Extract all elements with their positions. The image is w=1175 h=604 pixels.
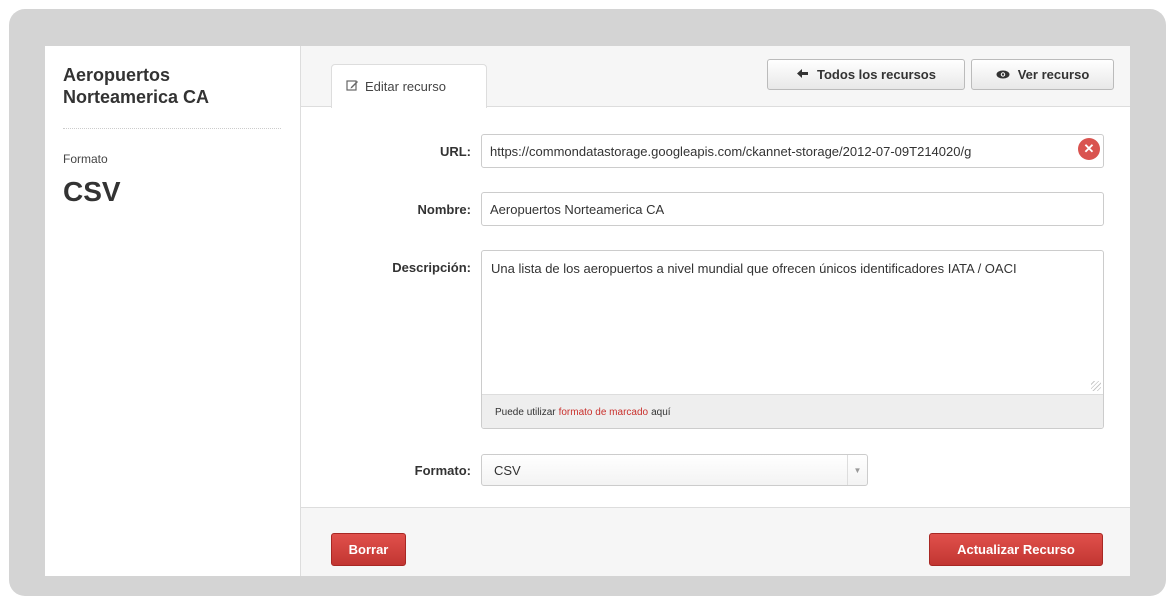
url-input[interactable]: https://commondatastorage.googleapis.com… (481, 134, 1104, 168)
markdown-note: Puede utilizar formato de marcado aquí (482, 394, 1103, 428)
arrow-left-icon (796, 67, 809, 82)
url-label: URL: (439, 144, 471, 159)
description-textarea[interactable]: Una lista de los aeropuertos a nivel mun… (482, 251, 1103, 394)
sidebar: Aeropuertos Norteamerica CA Formato CSV (45, 46, 300, 576)
format-field-label: Formato: (414, 463, 471, 478)
eye-icon (996, 67, 1010, 82)
markdown-note-prefix: Puede utilizar (495, 407, 556, 418)
format-select-value: CSV (494, 462, 521, 478)
all-resources-button[interactable]: Todos los recursos (767, 59, 965, 90)
chevron-down-icon: ▼ (847, 455, 867, 485)
delete-button[interactable]: Borrar (331, 533, 406, 566)
edit-icon (346, 79, 359, 95)
form-actions: Borrar Actualizar Recurso (301, 507, 1130, 576)
format-select[interactable]: CSV ▼ (481, 454, 868, 486)
name-label: Nombre: (417, 202, 471, 217)
view-resource-label: Ver recurso (1017, 67, 1090, 82)
markdown-format-link[interactable]: formato de marcado (559, 407, 649, 418)
markdown-note-suffix: aquí (651, 407, 671, 418)
update-resource-button[interactable]: Actualizar Recurso (929, 533, 1103, 566)
resource-edit-card: Aeropuertos Norteamerica CA Formato CSV … (45, 46, 1130, 576)
view-resource-button[interactable]: Ver recurso (971, 59, 1114, 90)
description-label: Descripción: (392, 260, 471, 275)
main-panel: Editar recurso Todos los recursos Ver re… (300, 46, 1130, 576)
close-icon: ✕ (1083, 141, 1095, 156)
dataset-title: Aeropuertos Norteamerica CA (63, 65, 210, 107)
tab-edit-resource[interactable]: Editar recurso (331, 64, 487, 108)
format-value: CSV (63, 176, 121, 207)
sidebar-divider (63, 128, 281, 129)
format-label: Formato (63, 152, 108, 166)
description-field: Una lista de los aeropuertos a nivel mun… (481, 250, 1104, 429)
form-body: URL: https://commondatastorage.googleapi… (301, 106, 1130, 576)
name-input[interactable]: Aeropuertos Norteamerica CA (481, 192, 1104, 226)
clear-url-button[interactable]: ✕ (1078, 138, 1100, 160)
resize-handle[interactable] (1091, 381, 1101, 391)
tab-edit-resource-label: Editar recurso (365, 79, 446, 94)
all-resources-label: Todos los recursos (817, 67, 936, 82)
